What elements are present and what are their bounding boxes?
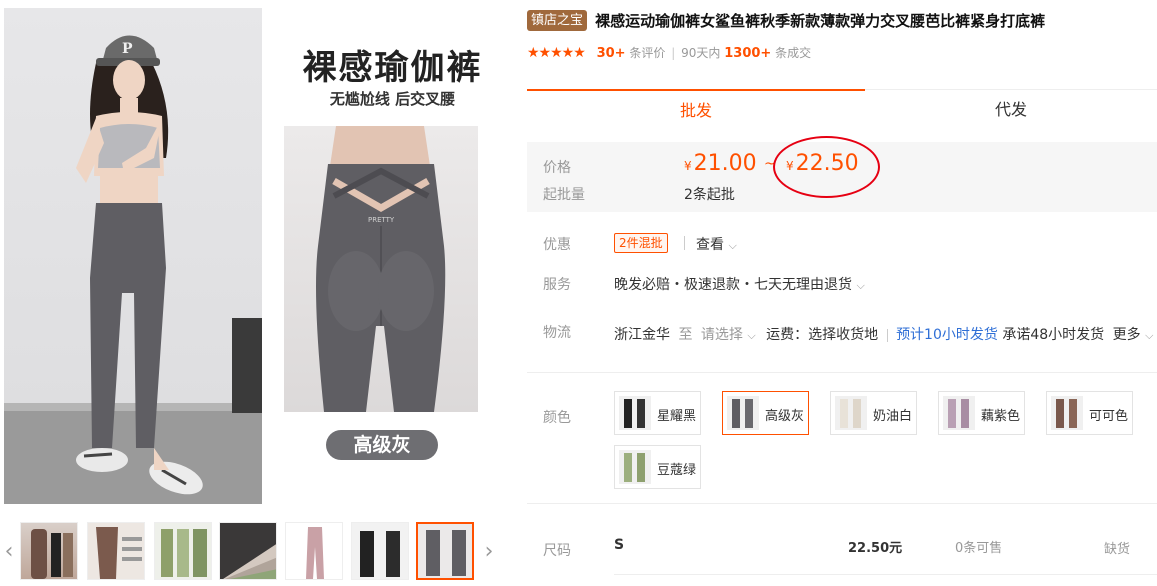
service-label: 服务	[543, 277, 571, 293]
chevron-down-icon: ⌵	[728, 239, 737, 252]
reviews-label[interactable]: 条评价	[629, 46, 665, 60]
divider	[527, 372, 1157, 373]
price-box: 价格 ¥21.00 ~ ¥22.50 起批量 2条起批	[527, 136, 1157, 212]
thumb-image	[223, 544, 276, 579]
product-title: 裸感运动瑜伽裤女鲨鱼裤秋季新款薄款弹力交叉腰芭比裤紧身打底裤	[595, 12, 1046, 30]
chevron-down-icon[interactable]: ⌵	[747, 329, 755, 342]
min-order-value: 2条起批	[684, 187, 735, 203]
thumbnail-strip: ‹ ›	[0, 519, 515, 586]
thumb-image	[31, 529, 73, 579]
thumbnail-active[interactable]	[416, 522, 474, 580]
color-swatch-image	[943, 396, 975, 430]
color-option-green[interactable]: 豆蔻绿	[614, 445, 701, 489]
waist-logo-text: PRETTY	[368, 216, 395, 224]
model-photo: P	[4, 35, 262, 504]
chevron-down-icon: ⌵	[856, 279, 865, 292]
ship-from: 浙江金华	[614, 327, 670, 343]
sales-label: 条成交	[775, 46, 812, 60]
color-swatch-image	[619, 396, 651, 430]
price-low: ¥21.00	[684, 151, 757, 176]
promotion-label: 优惠	[543, 237, 571, 253]
color-option-purple[interactable]: 藕紫色	[938, 391, 1025, 435]
color-option-label: 豆蔻绿	[657, 463, 697, 478]
divider	[527, 503, 1157, 504]
thumb-prev-arrow-icon[interactable]: ‹	[2, 537, 16, 567]
color-option-label: 藕紫色	[981, 409, 1021, 424]
main-product-photo[interactable]: P	[4, 8, 262, 504]
thumb-image	[360, 531, 400, 577]
sales-prefix: 90天内	[681, 46, 721, 60]
min-order-label: 起批量	[543, 187, 585, 203]
color-option-cream[interactable]: 奶油白	[830, 391, 917, 435]
product-gallery: P 裸感瑜伽裤 无尴尬线 后交叉腰 PRETTY 高级灰	[0, 0, 515, 506]
product-title-row: 镇店之宝 裸感运动瑜伽裤女鲨鱼裤秋季新款薄款弹力交叉腰芭比裤紧身打底裤	[527, 10, 1157, 34]
mixed-batch-tag: 2件混批	[614, 233, 668, 253]
highlight-circle	[773, 136, 880, 198]
logistics-row: 浙江金华 至 请选择 ⌵ 运费：选择收货地 预计10小时发货 承诺48小时发货 …	[614, 324, 1153, 344]
thumbnail[interactable]	[351, 522, 409, 580]
divider	[886, 328, 888, 342]
thumbnail[interactable]	[87, 522, 145, 580]
color-option-gray[interactable]: 高级灰	[722, 391, 809, 435]
promo-title: 裸感瑜伽裤	[302, 48, 483, 88]
size-status: 缺货	[1104, 542, 1131, 557]
size-stock: 0条可售	[955, 541, 1003, 556]
eta-text: 预计10小时发货	[896, 327, 998, 343]
thumb-image	[161, 529, 207, 577]
divider	[614, 574, 1157, 575]
price-low-value: 21.00	[693, 151, 757, 176]
more-link[interactable]: 更多	[1113, 327, 1141, 343]
ship-promise: 承诺48小时发货	[1002, 327, 1105, 343]
sales-count: 1300+	[724, 46, 772, 61]
size-price: 22.50元	[848, 541, 903, 556]
color-option-label: 星耀黑	[657, 409, 697, 424]
color-option-label: 奶油白	[873, 409, 913, 424]
color-badge: 高级灰	[326, 430, 438, 460]
price-label: 价格	[543, 160, 571, 176]
svg-text:P: P	[122, 41, 133, 57]
service-value[interactable]: 晚发必赔・极速退款・七天无理由退货 ⌵	[614, 274, 865, 294]
color-swatch-image	[727, 396, 759, 430]
rating-row: ★★★★★ 30+ 条评价 | 90天内 1300+ 条成交	[527, 45, 812, 61]
size-label: 尺码	[543, 543, 571, 559]
promo-subtitle: 无尴尬线 后交叉腰	[329, 90, 456, 108]
to-word: 至	[678, 327, 693, 343]
thumb-next-arrow-icon[interactable]: ›	[482, 537, 496, 567]
shop-treasure-badge: 镇店之宝	[527, 10, 588, 31]
thumbnail[interactable]	[219, 522, 277, 580]
color-swatch-image	[619, 450, 651, 484]
service-text: 晚发必赔・极速退款・七天无理由退货	[614, 277, 852, 293]
reviews-count[interactable]: 30+	[597, 46, 626, 61]
chevron-down-icon[interactable]: ⌵	[1145, 329, 1153, 342]
thumb-image	[96, 527, 142, 579]
thumbnail[interactable]	[154, 522, 212, 580]
color-swatch-image	[835, 396, 867, 430]
currency-symbol: ¥	[684, 159, 692, 173]
color-option-black[interactable]: 星耀黑	[614, 391, 701, 435]
rating-stars-icon: ★★★★★	[527, 45, 586, 61]
thumb-image	[426, 530, 466, 576]
back-view-photo: PRETTY	[284, 126, 478, 412]
view-text: 查看	[696, 237, 724, 253]
size-value: S	[614, 537, 625, 553]
thumb-image	[306, 527, 324, 579]
destination-select[interactable]: 请选择	[701, 327, 743, 343]
promo-panel: 裸感瑜伽裤 无尴尬线 后交叉腰 PRETTY 高级灰	[270, 8, 515, 504]
thumbnail[interactable]	[20, 522, 78, 580]
color-label: 颜色	[543, 410, 571, 426]
divider	[684, 236, 685, 250]
purchase-mode-tabs: 批发 代发	[527, 89, 1157, 130]
color-swatch-image	[1051, 396, 1083, 430]
color-option-label: 高级灰	[765, 409, 805, 424]
color-option-label: 可可色	[1089, 409, 1129, 424]
freight-text: 运费：选择收货地	[766, 327, 879, 343]
promotion-view-link[interactable]: 查看 ⌵	[696, 234, 737, 254]
back-view-illustration: PRETTY	[316, 126, 446, 412]
logistics-label: 物流	[543, 325, 571, 341]
tab-dropship[interactable]: 代发	[865, 89, 1157, 130]
tab-wholesale[interactable]: 批发	[527, 89, 865, 130]
color-option-cocoa[interactable]: 可可色	[1046, 391, 1133, 435]
thumbnail[interactable]	[285, 522, 343, 580]
